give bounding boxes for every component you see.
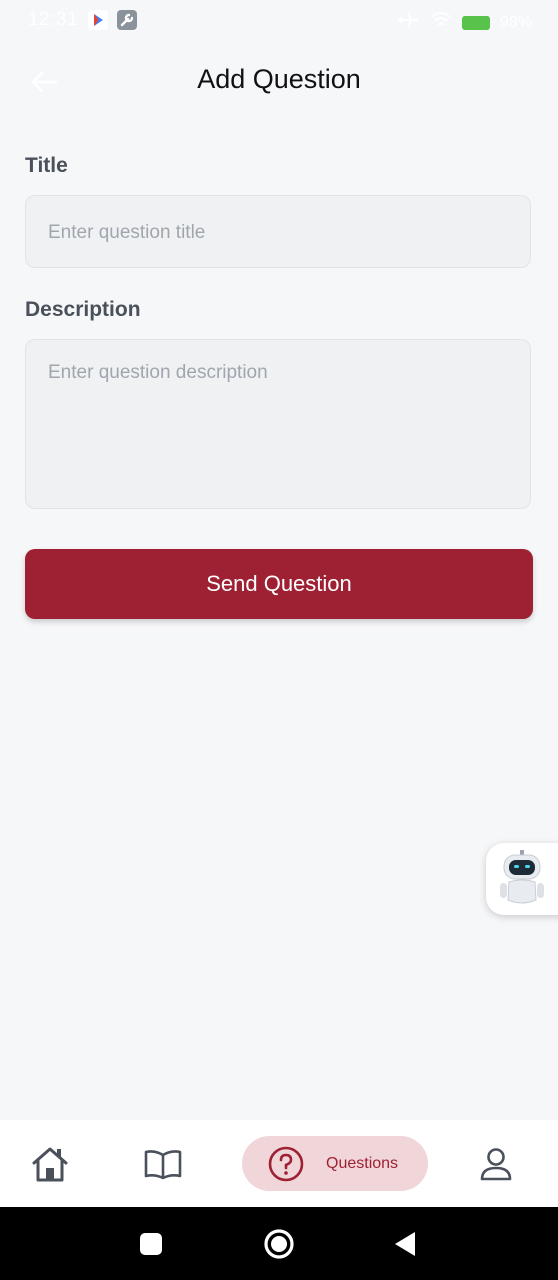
- square-icon: [140, 1233, 162, 1255]
- title-input[interactable]: Enter question title: [25, 195, 531, 268]
- profile-icon: [480, 1147, 512, 1180]
- triangle-back-icon: [395, 1232, 415, 1256]
- nav-questions-label: Questions: [326, 1154, 399, 1172]
- send-question-button[interactable]: Send Question: [25, 549, 533, 619]
- wifi-icon: [430, 11, 452, 34]
- recent-apps-button[interactable]: [134, 1227, 168, 1261]
- bottom-navigation: Questions: [0, 1120, 558, 1207]
- system-back-button[interactable]: [388, 1227, 422, 1261]
- page-title: Add Question: [197, 64, 361, 94]
- chatbot-button[interactable]: [486, 843, 558, 915]
- nav-library[interactable]: [135, 1120, 191, 1207]
- status-bar: 12:31 98%: [0, 0, 558, 42]
- circle-icon: [264, 1229, 294, 1259]
- nav-home[interactable]: [22, 1120, 78, 1207]
- description-label: Description: [25, 298, 141, 321]
- home-icon: [32, 1147, 68, 1181]
- system-home-button[interactable]: [262, 1227, 296, 1261]
- battery-percent: 98%: [499, 13, 532, 31]
- description-input[interactable]: Enter question description: [25, 339, 531, 509]
- airplane-icon: [396, 10, 420, 35]
- wrench-icon: [117, 10, 137, 30]
- status-time: 12:31: [28, 9, 79, 30]
- status-indicators: 98%: [396, 10, 532, 35]
- system-navigation-bar: [0, 1207, 558, 1280]
- book-icon: [144, 1149, 182, 1179]
- battery-icon: [461, 15, 490, 30]
- nav-questions[interactable]: Questions: [242, 1136, 428, 1191]
- question-icon: [268, 1146, 304, 1182]
- nav-profile[interactable]: [468, 1120, 524, 1207]
- play-store-icon: [88, 10, 108, 30]
- robot-icon: [500, 850, 544, 904]
- title-label: Title: [25, 154, 68, 177]
- app-header: Add Question: [0, 52, 558, 112]
